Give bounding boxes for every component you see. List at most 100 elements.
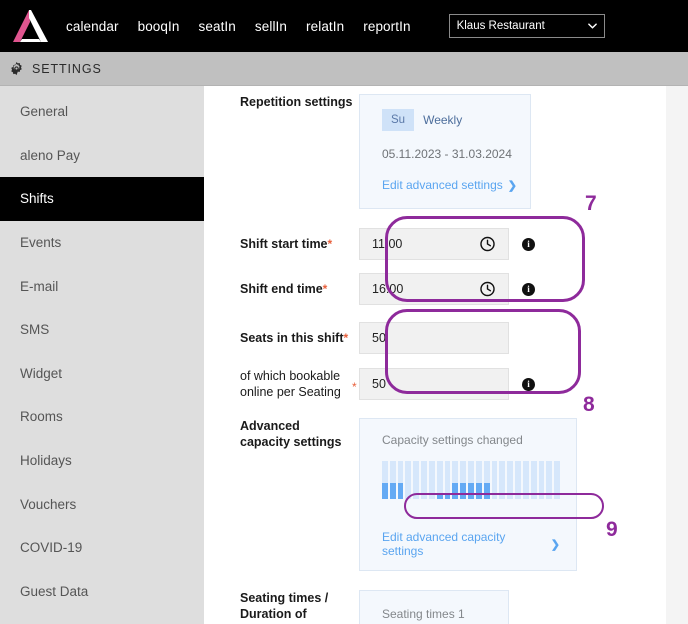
sidebar-item-aleno-pay[interactable]: aleno Pay [0, 134, 204, 178]
required-marker: * [343, 331, 349, 345]
page-body: General aleno Pay Shifts Events E-mail S… [0, 86, 688, 624]
capacity-bar-fill [475, 483, 482, 499]
repetition-settings-card: Su Weekly 05.11.2023 - 31.03.2024 Edit a… [359, 94, 531, 209]
edit-advanced-capacity-settings-label: Edit advanced capacity settings [382, 530, 506, 558]
sidebar-item-general[interactable]: General [0, 90, 204, 134]
nav-item-sellin[interactable]: sellIn [255, 19, 287, 34]
nav-item-reportin[interactable]: reportIn [363, 19, 410, 34]
sidebar-item-rooms[interactable]: Rooms [0, 395, 204, 439]
edit-advanced-settings-link[interactable]: Edit advanced settings ❯ [382, 178, 517, 192]
shift-end-time-label: Shift end time* [204, 281, 359, 297]
row-seats-in-shift: Seats in this shift* 50 [204, 322, 666, 354]
shift-form-panel: Repetition settings Su Weekly 05.11.2023… [204, 86, 688, 624]
sidebar-item-widget[interactable]: Widget [0, 352, 204, 396]
capacity-bar [538, 461, 545, 499]
seats-in-shift-input[interactable]: 50 [359, 322, 509, 354]
edit-advanced-settings-label: Edit advanced settings [382, 178, 503, 192]
capacity-bar-fill [452, 483, 459, 499]
capacity-bar [475, 461, 482, 499]
capacity-bar-fill [389, 483, 396, 499]
shift-form: Repetition settings Su Weekly 05.11.2023… [204, 86, 666, 624]
sidebar-item-covid19[interactable]: COVID-19 [0, 526, 204, 570]
capacity-bar [428, 461, 435, 499]
capacity-bar [460, 461, 467, 499]
row-bookable-online: of which bookable online per Seating * 5… [204, 368, 666, 400]
required-marker: * [322, 282, 328, 296]
settings-shifts-page: calendar booqIn seatIn sellIn relatIn re… [0, 0, 688, 624]
shift-end-time-label-text: Shift end time [240, 282, 323, 296]
capacity-bar [389, 461, 396, 499]
required-marker: * [327, 237, 333, 251]
annotation-number-8: 8 [583, 393, 595, 416]
required-marker: * [352, 380, 357, 394]
annotation-number-7: 7 [585, 192, 597, 215]
shift-start-time-label: Shift start time* [204, 236, 359, 252]
row-advanced-capacity: Advanced capacity settings Capacity sett… [204, 418, 666, 571]
clock-icon[interactable] [479, 281, 496, 298]
bookable-online-label: of which bookable online per Seating [204, 368, 359, 400]
annotation-number-9: 9 [606, 518, 618, 541]
capacity-bar [507, 461, 514, 499]
capacity-bar [499, 461, 506, 499]
capacity-bar [515, 461, 521, 499]
capacity-bar [436, 461, 443, 499]
edit-advanced-capacity-settings-link[interactable]: Edit advanced capacity settings ❯ [382, 530, 560, 558]
top-navigation-bar: calendar booqIn seatIn sellIn relatIn re… [0, 0, 688, 52]
nav-item-relatin[interactable]: relatIn [306, 19, 344, 34]
sidebar-item-email[interactable]: E-mail [0, 264, 204, 308]
capacity-bar [444, 461, 451, 499]
sidebar-item-events[interactable]: Events [0, 221, 204, 265]
repetition-date-range: 05.11.2023 - 31.03.2024 [382, 147, 512, 161]
capacity-bar [413, 461, 420, 499]
capacity-bar-fill [397, 483, 404, 499]
capacity-bar [382, 461, 388, 499]
bookable-online-info-icon[interactable]: i [522, 377, 535, 391]
repetition-frequency: Weekly [423, 113, 463, 127]
capacity-bar [405, 461, 412, 499]
seating-times-card: Seating times 1 Edit seating times ❯ [359, 590, 509, 624]
shift-end-time-info-icon[interactable]: i [522, 282, 535, 296]
repetition-settings-label: Repetition settings [240, 95, 353, 109]
clock-icon[interactable] [479, 236, 496, 253]
capacity-bar [452, 461, 459, 499]
settings-header: SETTINGS [0, 52, 688, 86]
content-gutter [666, 86, 688, 624]
aleno-logo[interactable] [8, 6, 52, 46]
repetition-day-pill[interactable]: Su [382, 109, 415, 131]
advanced-capacity-card: Capacity settings changed Edit advanced … [359, 418, 577, 571]
venue-selector[interactable]: Klaus Restaurant [448, 14, 605, 38]
capacity-bar-fill [460, 483, 467, 499]
capacity-bar-chart [382, 461, 561, 499]
nav-item-calendar[interactable]: calendar [66, 19, 119, 34]
seating-times-label: Seating times / Duration of reservation [240, 591, 329, 624]
capacity-bar [483, 461, 490, 499]
capacity-bar [554, 461, 561, 499]
advanced-capacity-label: Advanced capacity settings [240, 419, 342, 449]
nav-item-booqin[interactable]: booqIn [138, 19, 180, 34]
nav-item-seatin[interactable]: seatIn [199, 19, 236, 34]
sidebar-item-vouchers[interactable]: Vouchers [0, 482, 204, 526]
chevron-down-icon [587, 23, 597, 29]
capacity-bar-fill [483, 483, 490, 499]
row-repetition-settings: Repetition settings Su Weekly 05.11.2023… [204, 86, 666, 209]
sidebar-item-holidays[interactable]: Holidays [0, 439, 204, 483]
chevron-right-icon: ❯ [507, 179, 517, 192]
row-seating-times: Seating times / Duration of reservation … [204, 590, 666, 624]
sidebar-item-guest-data[interactable]: Guest Data [0, 570, 204, 614]
capacity-bar [397, 461, 404, 499]
sidebar-item-shifts[interactable]: Shifts [0, 177, 204, 221]
seats-in-shift-label-text: Seats in this shift [240, 331, 344, 345]
capacity-bar [546, 461, 553, 499]
row-shift-end-time: Shift end time* 16:00 i [204, 273, 666, 305]
shift-start-time-label-text: Shift start time [240, 237, 328, 251]
capacity-bar-fill [468, 483, 474, 499]
capacity-bar-fill [444, 494, 451, 499]
shift-start-time-info-icon[interactable]: i [522, 237, 535, 251]
row-shift-start-time: Shift start time* 11:00 i [204, 228, 666, 260]
gear-icon [11, 61, 22, 76]
bookable-online-input[interactable]: 50 [359, 368, 509, 400]
sidebar-item-sms[interactable]: SMS [0, 308, 204, 352]
capacity-card-title: Capacity settings changed [382, 433, 523, 447]
seating-times-card-title: Seating times 1 [382, 607, 465, 621]
page-title: SETTINGS [32, 61, 102, 76]
